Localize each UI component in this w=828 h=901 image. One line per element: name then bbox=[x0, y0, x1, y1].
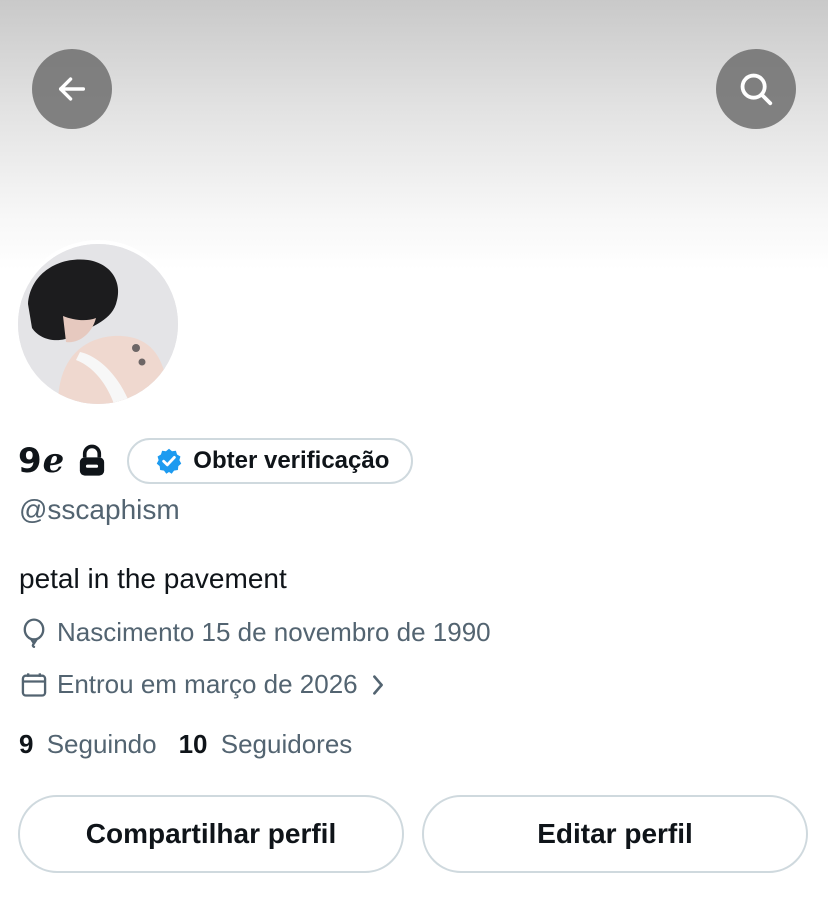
search-button[interactable] bbox=[716, 49, 796, 129]
chevron-right-icon bbox=[368, 673, 388, 697]
share-profile-button[interactable]: Compartilhar perfil bbox=[18, 795, 404, 873]
get-verified-button[interactable]: Obter verificação bbox=[127, 438, 414, 484]
followers-count: 10 bbox=[178, 729, 208, 759]
follow-stats: 9 Seguindo 10 Seguidores bbox=[19, 729, 352, 760]
search-icon bbox=[737, 70, 775, 108]
following-count: 9 bbox=[19, 729, 34, 759]
lock-icon bbox=[77, 444, 107, 478]
name-row: 9ℯ Obter verificação bbox=[18, 436, 414, 486]
join-date-text: Entrou em março de 2026 bbox=[57, 669, 358, 699]
birth-date-text: Nascimento 15 de novembro de 1990 bbox=[57, 617, 491, 647]
following-label: Seguindo bbox=[46, 729, 157, 759]
profile-banner bbox=[0, 0, 828, 270]
birth-date-row: Nascimento 15 de novembro de 1990 bbox=[19, 617, 491, 648]
edit-profile-button[interactable]: Editar perfil bbox=[422, 795, 808, 873]
following-link[interactable]: 9 Seguindo bbox=[19, 729, 157, 760]
get-verified-label: Obter verificação bbox=[193, 447, 390, 474]
display-name: 9ℯ bbox=[18, 441, 66, 481]
avatar-image bbox=[18, 244, 178, 404]
followers-link[interactable]: 10 Seguidores bbox=[179, 729, 353, 760]
back-button[interactable] bbox=[32, 49, 112, 129]
user-handle: @sscaphism bbox=[19, 494, 180, 525]
followers-label: Seguidores bbox=[220, 729, 353, 759]
bio-text: petal in the pavement bbox=[19, 563, 287, 594]
avatar[interactable] bbox=[14, 240, 182, 408]
verified-badge-icon bbox=[155, 447, 183, 475]
balloon-icon bbox=[19, 617, 49, 648]
calendar-icon bbox=[19, 670, 49, 700]
join-date-row[interactable]: Entrou em março de 2026 bbox=[19, 669, 388, 700]
arrow-left-icon bbox=[55, 72, 89, 106]
